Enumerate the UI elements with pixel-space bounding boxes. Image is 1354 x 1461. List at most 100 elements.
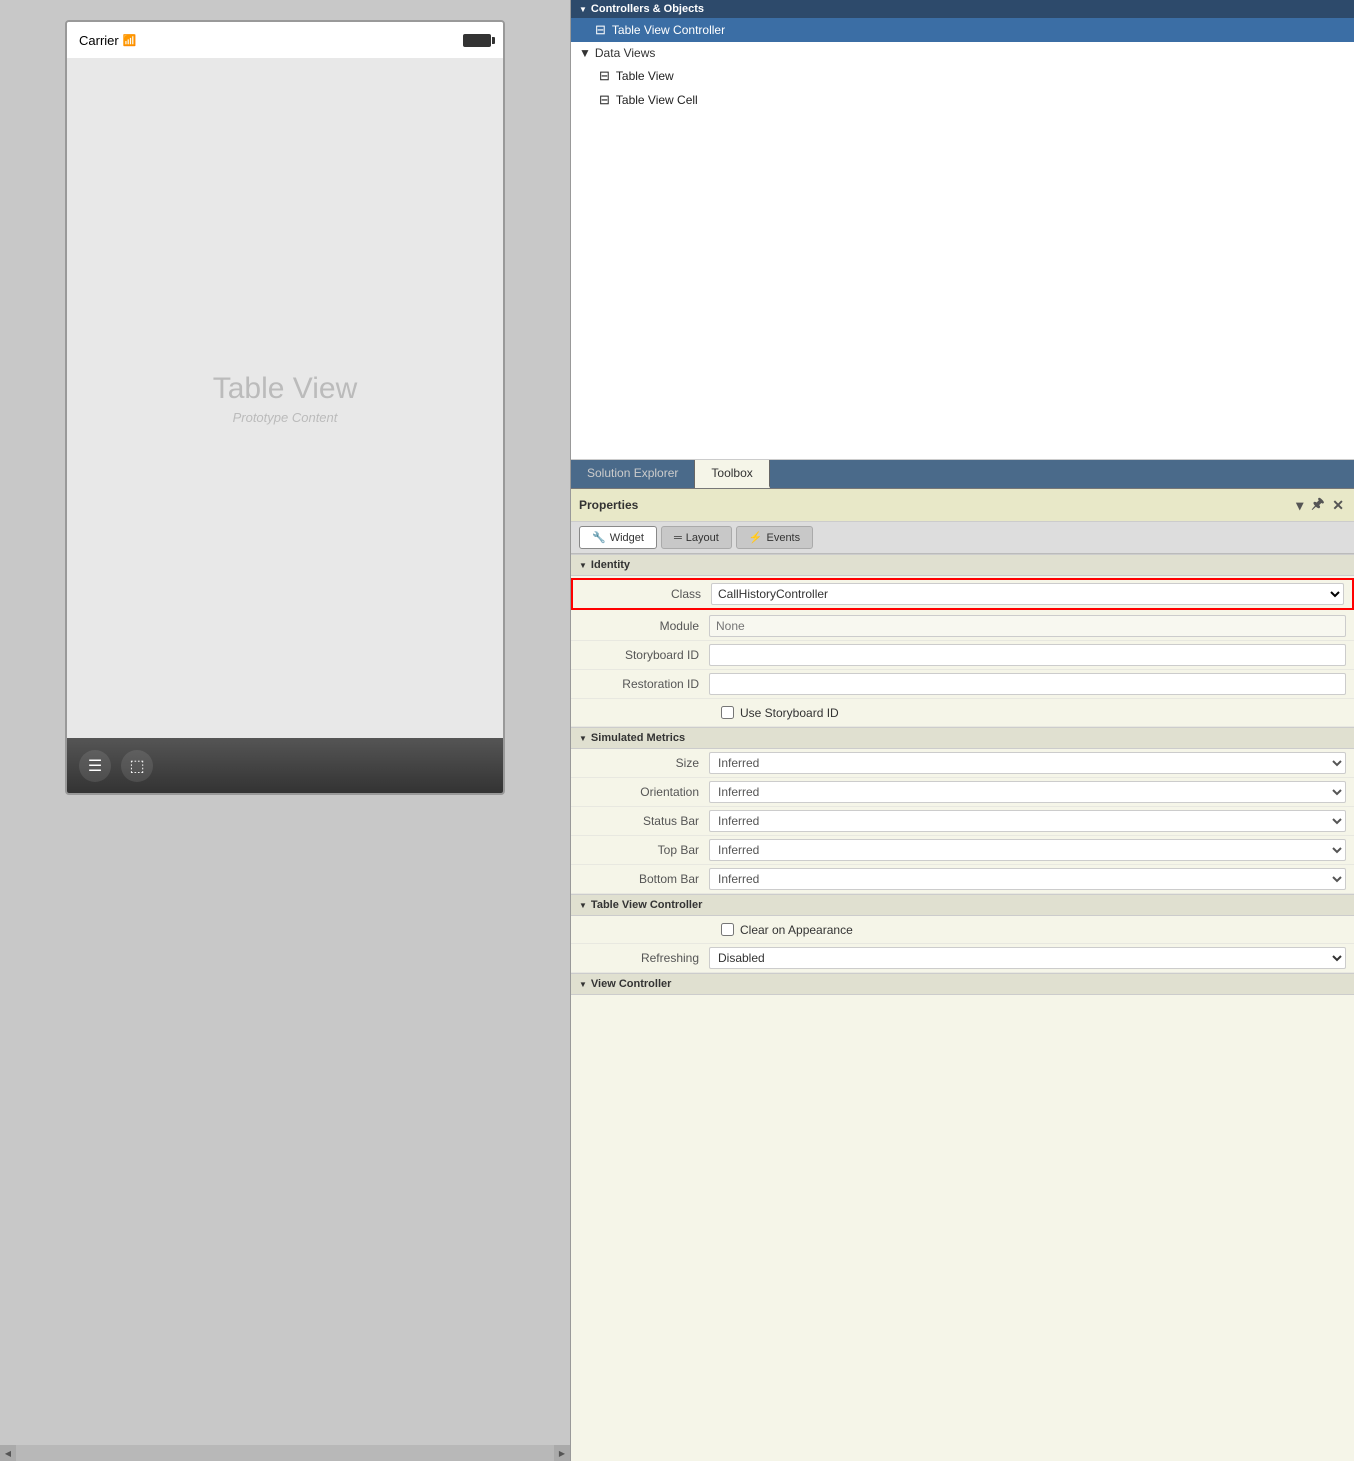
class-dropdown[interactable]: ▾ (1323, 584, 1343, 604)
orientation-control: Inferred (709, 781, 1346, 803)
events-tab[interactable]: ⚡ Events (736, 526, 813, 549)
table-view-controller-label: Table View Controller (612, 23, 725, 37)
class-control: ▾ (711, 583, 1344, 605)
layout-tab-icon: ═ (674, 532, 682, 544)
tab-bar: Solution Explorer Toolbox (571, 460, 1354, 489)
controllers-section-header: ▼ Controllers & Objects (571, 0, 1354, 18)
dropdown-btn[interactable]: ▾ (1294, 497, 1305, 514)
prototype-content-label: Prototype Content (233, 410, 338, 425)
status-bar-control: Inferred (709, 810, 1346, 832)
size-control: Inferred Fixed None (709, 752, 1346, 774)
restoration-id-input[interactable] (709, 673, 1346, 695)
status-bar-select[interactable]: Inferred (709, 810, 1346, 832)
properties-panel: Properties ▾ 🖈 ✕ 🔧 Widget ═ Layout (571, 489, 1354, 1461)
orientation-row: Orientation Inferred (571, 778, 1354, 807)
restoration-id-label: Restoration ID (579, 677, 709, 691)
size-select[interactable]: Inferred Fixed None (709, 752, 1346, 774)
table-view-controller-section-header: ▼ Table View Controller (571, 894, 1354, 916)
events-tab-label: Events (766, 532, 800, 544)
menu-toolbar-icon[interactable]: ☰ (79, 750, 111, 782)
iphone-content: Table View Prototype Content (67, 58, 503, 738)
vc-tri: ▼ (579, 980, 587, 989)
identity-section-label: Identity (591, 559, 630, 571)
clear-on-appearance-label: Clear on Appearance (740, 923, 853, 937)
storyboard-id-label: Storyboard ID (579, 648, 709, 662)
pin-btn[interactable]: 🖈 (1309, 493, 1326, 517)
bottom-bar-row: Bottom Bar Inferred (571, 865, 1354, 894)
scroll-right-arrow[interactable]: ▶ (554, 1445, 570, 1461)
table-view-cell-item[interactable]: ⊟ Table View Cell (571, 88, 1354, 112)
prop-tabs: 🔧 Widget ═ Layout ⚡ Events (571, 522, 1354, 554)
class-input[interactable] (712, 584, 1323, 604)
close-btn[interactable]: ✕ (1330, 497, 1346, 514)
properties-header: Properties ▾ 🖈 ✕ (571, 489, 1354, 522)
bottom-bar-control: Inferred (709, 868, 1346, 890)
wifi-icon: 📶 (123, 34, 137, 47)
table-view-controller-icon: ⊟ (595, 22, 606, 38)
widget-tab[interactable]: 🔧 Widget (579, 526, 657, 549)
refreshing-select[interactable]: Disabled Enabled (709, 947, 1346, 969)
controllers-section-label: Controllers & Objects (591, 3, 704, 15)
use-storyboard-id-checkbox[interactable] (721, 706, 734, 719)
exit-toolbar-icon[interactable]: ⬚ (121, 750, 153, 782)
top-bar-row: Top Bar Inferred (571, 836, 1354, 865)
widget-tab-label: Widget (610, 532, 644, 544)
table-view-cell-label: Table View Cell (616, 93, 698, 107)
layout-tab[interactable]: ═ Layout (661, 526, 732, 549)
top-bar-control: Inferred (709, 839, 1346, 861)
orientation-label: Orientation (579, 785, 709, 799)
toolbox-tab[interactable]: Toolbox (695, 460, 769, 488)
clear-on-appearance-row: Clear on Appearance (571, 916, 1354, 944)
tvc-section-label: Table View Controller (591, 899, 702, 911)
right-panel: ▼ Controllers & Objects ⊟ Table View Con… (570, 0, 1354, 1461)
simulated-metrics-label: Simulated Metrics (591, 732, 685, 744)
table-view-label: Table View (213, 372, 358, 406)
battery-icon (463, 34, 491, 47)
scroll-left-arrow[interactable]: ◀ (0, 1445, 16, 1461)
restoration-id-control (709, 673, 1346, 695)
module-label: Module (579, 619, 709, 633)
top-bar-select[interactable]: Inferred (709, 839, 1346, 861)
module-control (709, 615, 1346, 637)
status-bar-label: Status Bar (579, 814, 709, 828)
clear-on-appearance-checkbox[interactable] (721, 923, 734, 936)
module-input[interactable] (709, 615, 1346, 637)
iphone-statusbar: Carrier 📶 (67, 22, 503, 58)
class-label: Class (581, 587, 711, 601)
carrier-label: Carrier (79, 33, 119, 48)
properties-title: Properties (579, 498, 638, 512)
size-row: Size Inferred Fixed None (571, 749, 1354, 778)
table-view-cell-icon: ⊟ (599, 92, 610, 108)
prop-content: ▼ Identity Class ▾ (571, 554, 1354, 1461)
storyboard-id-control (709, 644, 1346, 666)
refreshing-row: Refreshing Disabled Enabled (571, 944, 1354, 973)
status-carrier: Carrier 📶 (79, 33, 136, 48)
bottom-bar-label: Bottom Bar (579, 872, 709, 886)
data-views-section: ▼ Data Views (571, 42, 1354, 64)
refreshing-label: Refreshing (579, 951, 709, 965)
table-view-item-label: Table View (616, 69, 674, 83)
orientation-select[interactable]: Inferred (709, 781, 1346, 803)
bottom-bar-select[interactable]: Inferred (709, 868, 1346, 890)
tvc-tri: ▼ (579, 901, 587, 910)
identity-section-header: ▼ Identity (571, 554, 1354, 576)
restoration-id-row: Restoration ID (571, 670, 1354, 699)
vc-section-label: View Controller (591, 978, 671, 990)
table-view-controller-item[interactable]: ⊟ Table View Controller (571, 18, 1354, 42)
solution-explorer-tab[interactable]: Solution Explorer (571, 460, 695, 488)
data-views-triangle: ▼ (579, 46, 591, 60)
class-row: Class ▾ (571, 578, 1354, 610)
canvas-scrollbar[interactable]: ◀ ▶ (0, 1445, 570, 1461)
status-bar-row: Status Bar Inferred (571, 807, 1354, 836)
controllers-triangle: ▼ (579, 5, 587, 14)
layout-tab-label: Layout (686, 532, 719, 544)
table-view-icon: ⊟ (599, 68, 610, 84)
size-label: Size (579, 756, 709, 770)
object-tree: ▼ Controllers & Objects ⊟ Table View Con… (571, 0, 1354, 460)
storyboard-id-row: Storyboard ID (571, 641, 1354, 670)
iphone-mockup: Carrier 📶 Table View Prototype Content ☰… (65, 20, 505, 795)
refreshing-control: Disabled Enabled (709, 947, 1346, 969)
storyboard-id-input[interactable] (709, 644, 1346, 666)
table-view-item[interactable]: ⊟ Table View (571, 64, 1354, 88)
iphone-toolbar: ☰ ⬚ (67, 738, 503, 793)
